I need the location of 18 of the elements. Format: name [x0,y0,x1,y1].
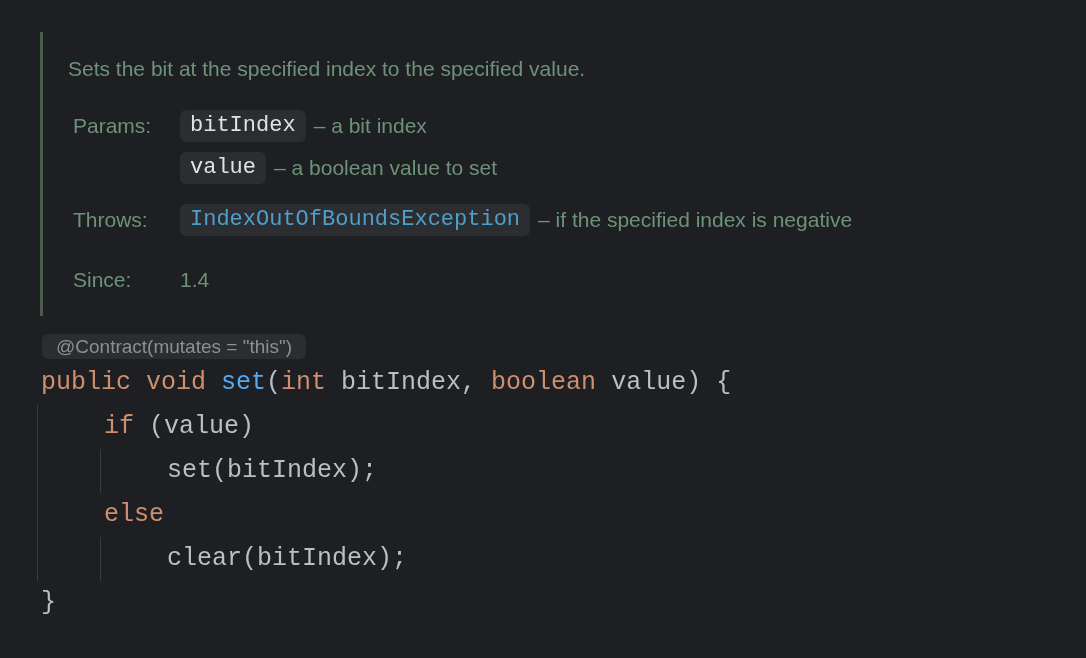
code-line: set(bitIndex); [167,455,378,487]
code-line: clear(bitIndex); [167,543,408,575]
throws-description: – if the specified index is negative [538,207,853,234]
param-name: value [180,152,266,184]
param-description: – a boolean value to set [274,155,498,182]
code-line: else [104,499,164,531]
code-line: if (value) [104,411,255,443]
code-line: public void set(int bitIndex, boolean value) { [41,367,732,399]
annotation-hint[interactable]: @Contract(mutates = "this") [42,334,307,359]
throws-label: Throws: [73,207,148,233]
since-label: Since: [73,267,132,293]
param-description: – a bit index [313,113,427,140]
exception-link[interactable]: IndexOutOfBoundsException [180,204,531,236]
code-line: } [41,587,56,619]
params-label: Params: [73,113,152,139]
param-name: bitIndex [180,110,306,142]
since-value: 1.4 [180,267,210,293]
doc-summary: Sets the bit at the specified index to the specified value. [68,56,586,82]
